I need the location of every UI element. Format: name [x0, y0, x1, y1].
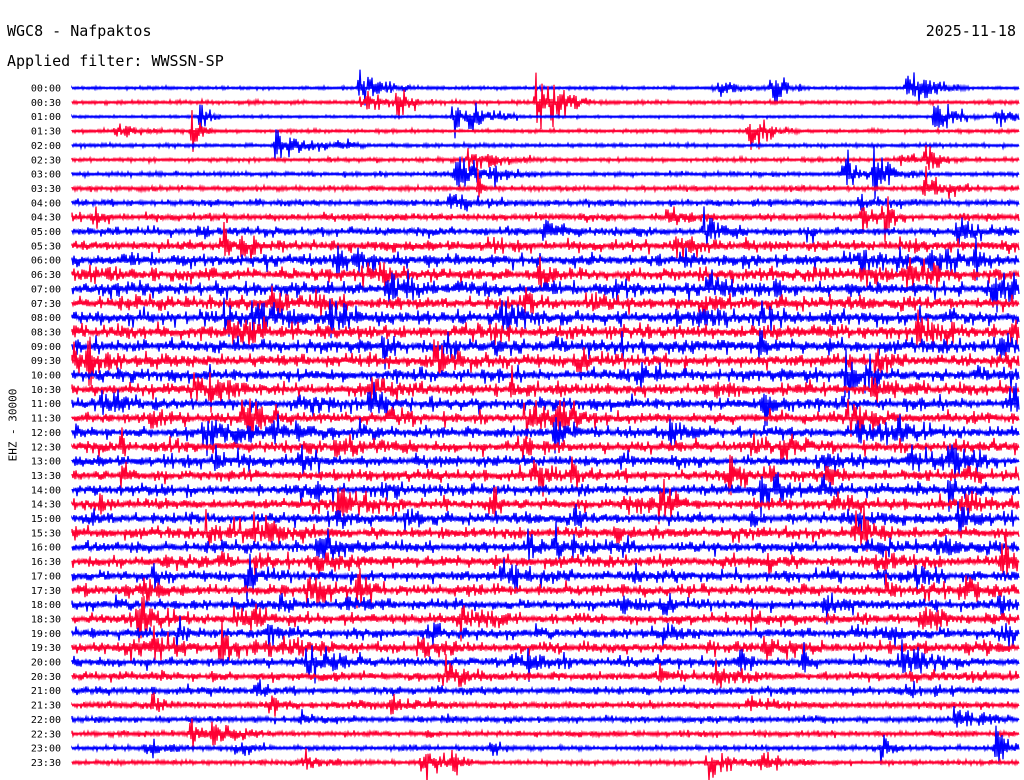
time-tick-label: 10:30 [31, 385, 61, 396]
time-tick-label: 08:00 [31, 313, 61, 324]
time-tick-label: 10:00 [31, 371, 61, 382]
time-tick-label: 08:30 [31, 327, 61, 338]
helicorder-page: WGC8 - Nafpaktos 2025-11-18 Applied filt… [0, 0, 1024, 780]
time-tick-label: 06:00 [31, 256, 61, 267]
time-tick-label: 20:00 [31, 658, 61, 669]
time-tick-label: 18:30 [31, 614, 61, 625]
time-tick-label: 05:30 [31, 241, 61, 252]
time-tick-label: 09:00 [31, 342, 61, 353]
time-tick-label: 12:30 [31, 442, 61, 453]
time-tick-label: 17:00 [31, 571, 61, 582]
time-tick-label: 22:30 [31, 729, 61, 740]
time-tick-label: 02:30 [31, 155, 61, 166]
time-tick-label: 04:30 [31, 213, 61, 224]
time-tick-label: 14:00 [31, 485, 61, 496]
trace-line [71, 748, 1020, 780]
time-tick-label: 04:00 [31, 198, 61, 209]
time-tick-label: 00:30 [31, 98, 61, 109]
time-tick-label: 15:00 [31, 514, 61, 525]
time-tick-label: 11:30 [31, 414, 61, 425]
time-tick-label: 17:30 [31, 586, 61, 597]
time-tick-label: 09:30 [31, 356, 61, 367]
time-tick-label: 11:00 [31, 399, 61, 410]
time-tick-label: 19:00 [31, 629, 61, 640]
helicorder-plot: 00:00 00:30 01:00 01:30 02:00 02:30 03:00 03:30… [31, 69, 1020, 780]
trace-line [71, 521, 1020, 562]
time-tick-label: 01:30 [31, 127, 61, 138]
time-tick-label: 03:30 [31, 184, 61, 195]
time-tick-label: 07:00 [31, 284, 61, 295]
time-tick-label: 14:30 [31, 500, 61, 511]
time-tick-label: 03:00 [31, 170, 61, 181]
trace-line [71, 706, 1020, 728]
time-tick-label: 13:30 [31, 471, 61, 482]
time-tick-label: 13:00 [31, 457, 61, 468]
time-label-layer: 00:00 00:30 01:00 01:30 02:00 02:30 03:00 03:30… [31, 84, 61, 769]
time-tick-label: 16:00 [31, 543, 61, 554]
trace-line [71, 72, 1020, 130]
time-tick-label: 06:30 [31, 270, 61, 281]
time-tick-label: 01:00 [31, 112, 61, 123]
time-tick-label: 07:30 [31, 299, 61, 310]
time-tick-label: 02:00 [31, 141, 61, 152]
time-tick-label: 16:30 [31, 557, 61, 568]
trace-line [71, 654, 1020, 688]
time-tick-label: 23:30 [31, 758, 61, 769]
time-tick-label: 00:00 [31, 84, 61, 95]
time-tick-label: 23:00 [31, 744, 61, 755]
time-tick-label: 12:00 [31, 428, 61, 439]
trace-line [71, 206, 1020, 247]
time-tick-label: 22:00 [31, 715, 61, 726]
time-tick-label: 21:30 [31, 701, 61, 712]
time-tick-label: 20:30 [31, 672, 61, 683]
time-tick-label: 05:00 [31, 227, 61, 238]
trace-line [71, 679, 1020, 699]
time-tick-label: 18:00 [31, 600, 61, 611]
time-tick-label: 15:30 [31, 528, 61, 539]
trace-line [71, 145, 1020, 171]
trace-line [71, 619, 1020, 663]
time-tick-label: 21:00 [31, 686, 61, 697]
trace-layer [71, 69, 1020, 780]
time-tick-label: 19:30 [31, 643, 61, 654]
